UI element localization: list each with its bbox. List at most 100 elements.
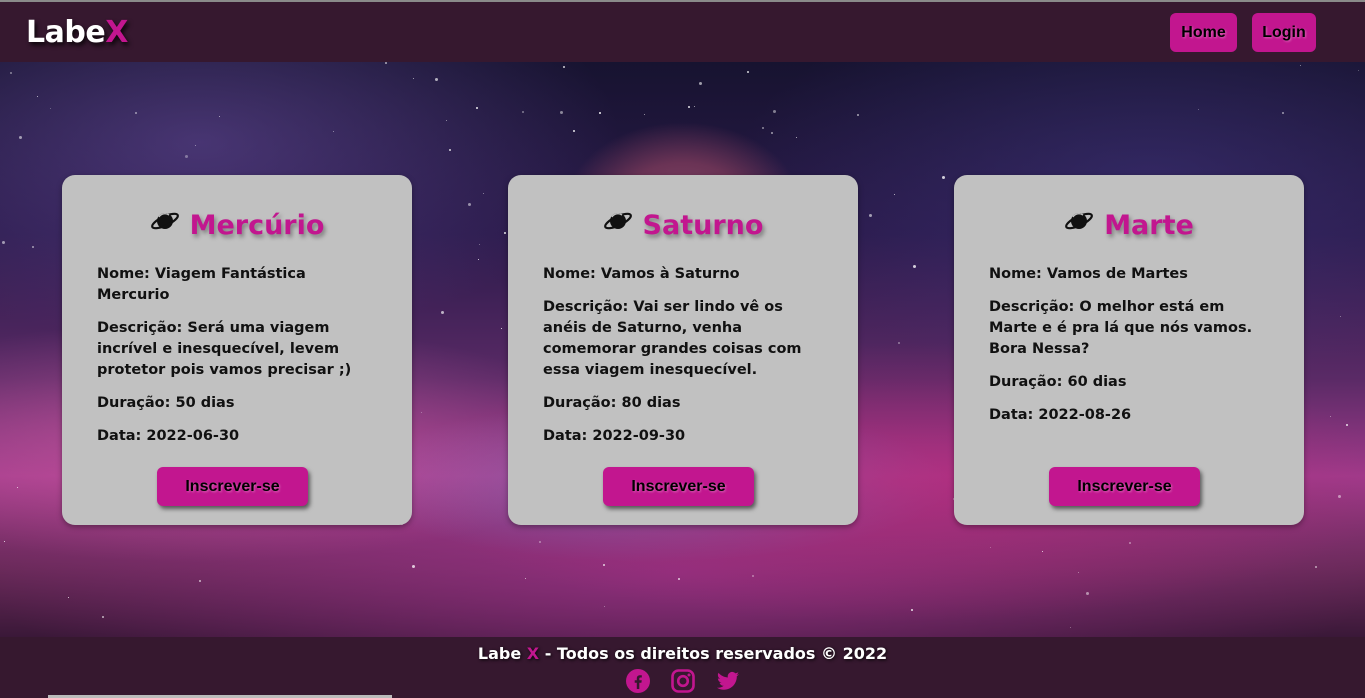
trip-duration: Duração: 80 dias (543, 395, 681, 411)
footer-brand: Labe (477, 644, 522, 663)
star (446, 120, 447, 121)
star (435, 78, 438, 81)
star (333, 131, 334, 132)
star (1086, 592, 1089, 595)
trip-duration: Duração: 60 dias (989, 374, 1127, 390)
star (771, 132, 773, 134)
trip-date: Data: 2022-09-30 (543, 428, 686, 444)
site-header: LabeX Home Login (0, 2, 1365, 62)
star (4, 541, 5, 542)
star (1358, 70, 1359, 71)
star (199, 580, 201, 582)
star (1078, 572, 1079, 573)
star (10, 72, 12, 74)
star (478, 259, 479, 260)
home-button[interactable]: Home (1170, 13, 1237, 52)
card-title: Marte (954, 205, 1304, 245)
star (1129, 542, 1131, 544)
star (37, 96, 38, 97)
star (441, 311, 444, 314)
star (1315, 566, 1317, 568)
star (1330, 416, 1331, 417)
star (990, 547, 991, 548)
trip-card: Mercúrio Nome: Viagem Fantástica Mercuri… (62, 175, 412, 525)
planet-name: Marte (1104, 209, 1194, 241)
star (604, 606, 605, 607)
star (1282, 112, 1284, 114)
star (1198, 109, 1199, 110)
planet-icon (1065, 212, 1094, 230)
trip-date: Data: 2022-08-26 (989, 407, 1132, 423)
star (219, 116, 220, 117)
login-button[interactable]: Login (1252, 13, 1316, 52)
star (68, 597, 69, 598)
star (1070, 627, 1071, 628)
star (869, 214, 872, 217)
card-body: Nome: Vamos à Saturno Descrição: Vai ser… (543, 264, 828, 459)
trip-name: Nome: Vamos à Saturno (543, 266, 740, 282)
subscribe-button[interactable]: Inscrever-se (603, 467, 754, 506)
trip-name: Nome: Viagem Fantástica Mercurio (97, 266, 306, 303)
card-title: Saturno (508, 205, 858, 245)
star (560, 111, 563, 114)
trip-description: Descrição: Será uma viagem incrível e in… (97, 320, 352, 378)
star (102, 616, 104, 618)
logo-text: Labe (26, 15, 106, 50)
site-footer: Labe X - Todos os direitos reservados © … (0, 637, 1365, 698)
star (688, 106, 690, 108)
star (747, 71, 749, 73)
planet-name: Saturno (642, 209, 764, 241)
star (694, 106, 695, 107)
star (573, 130, 575, 132)
star (421, 412, 422, 413)
star (752, 575, 754, 577)
star (449, 149, 451, 151)
star (796, 137, 797, 138)
logo-accent: X (105, 15, 128, 50)
star (539, 541, 541, 543)
star (2, 241, 5, 244)
trip-card: Marte Nome: Vamos de Martes Descrição: O… (954, 175, 1304, 525)
twitter-icon[interactable] (716, 669, 740, 693)
star (1346, 424, 1348, 426)
star (911, 609, 913, 611)
star (501, 328, 502, 329)
subscribe-button[interactable]: Inscrever-se (157, 467, 308, 506)
star (19, 136, 22, 139)
footer-copyright: Labe X - Todos os direitos reservados © … (0, 644, 1365, 663)
star (913, 265, 916, 268)
card-title: Mercúrio (62, 205, 412, 245)
trip-card: Saturno Nome: Vamos à Saturno Descrição:… (508, 175, 858, 525)
planet-name: Mercúrio (189, 209, 325, 241)
star (185, 155, 188, 158)
star (522, 111, 524, 113)
trip-date: Data: 2022-06-30 (97, 428, 240, 444)
subscribe-button[interactable]: Inscrever-se (1049, 467, 1200, 506)
footer-brand-accent: X (526, 644, 540, 663)
star (603, 564, 605, 566)
trip-name: Nome: Vamos de Martes (989, 266, 1188, 282)
planet-icon (150, 212, 179, 230)
star (50, 108, 51, 109)
star (773, 110, 776, 113)
card-body: Nome: Vamos de Martes Descrição: O melho… (989, 264, 1274, 438)
star (468, 203, 471, 206)
instagram-icon[interactable] (671, 669, 695, 693)
star (135, 112, 137, 114)
star (479, 244, 480, 245)
star (385, 62, 387, 64)
planet-icon (603, 212, 632, 230)
star (762, 127, 764, 129)
star (678, 578, 680, 580)
facebook-icon[interactable] (626, 669, 650, 693)
star (504, 232, 506, 234)
logo[interactable]: LabeX (26, 15, 128, 50)
star (525, 578, 526, 579)
star (195, 145, 196, 146)
star (599, 112, 601, 114)
star (644, 114, 645, 115)
star (413, 78, 414, 79)
trip-description: Descrição: O melhor está em Marte e é pr… (989, 299, 1253, 357)
star (476, 107, 478, 109)
card-body: Nome: Viagem Fantástica Mercurio Descriç… (97, 264, 382, 459)
